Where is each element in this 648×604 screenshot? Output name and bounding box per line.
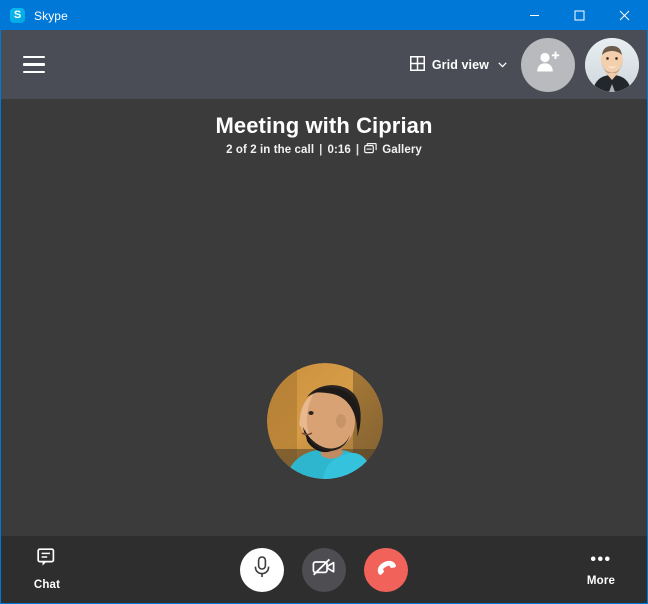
call-status-line: 2 of 2 in the call | 0:16 | Gallery xyxy=(1,142,647,158)
more-options-button[interactable]: ••• More xyxy=(555,536,647,603)
add-person-button[interactable] xyxy=(521,37,575,92)
participant-count: 2 of 2 in the call xyxy=(226,144,315,156)
window-controls xyxy=(512,1,647,30)
gallery-icon xyxy=(364,142,377,158)
meeting-title: Meeting with Ciprian xyxy=(215,113,433,138)
hamburger-menu-icon[interactable] xyxy=(15,46,53,84)
hamburger-bar xyxy=(23,70,45,74)
status-separator: | xyxy=(355,144,360,156)
call-duration: 0:16 xyxy=(327,144,351,156)
camera-off-icon xyxy=(311,556,337,583)
app-toolbar: Grid view xyxy=(1,30,647,99)
microphone-button[interactable] xyxy=(240,547,284,592)
skype-logo-icon: S xyxy=(10,8,25,23)
grid-view-label: Grid view xyxy=(431,57,489,72)
gallery-label: Gallery xyxy=(382,144,422,156)
skype-window: S Skype Grid view Meeting with Ciprian 2… xyxy=(0,0,648,604)
hamburger-bar xyxy=(23,55,45,59)
end-call-icon xyxy=(373,556,399,583)
toolbar-right-group: Grid view xyxy=(406,37,639,92)
chat-label: Chat xyxy=(33,579,61,591)
grid-view-button[interactable]: Grid view xyxy=(406,50,511,80)
primary-call-controls xyxy=(1,547,647,592)
window-title: Skype xyxy=(34,8,68,23)
maximize-button[interactable] xyxy=(557,1,602,30)
more-label: More xyxy=(586,575,616,587)
chevron-down-icon xyxy=(498,61,507,70)
chat-button[interactable]: Chat xyxy=(1,536,93,603)
chat-icon xyxy=(37,548,57,572)
camera-button[interactable] xyxy=(302,547,346,592)
window-titlebar: S Skype xyxy=(1,1,647,30)
more-dots-icon: ••• xyxy=(590,551,612,568)
user-profile-avatar[interactable] xyxy=(585,37,639,92)
close-button[interactable] xyxy=(602,1,647,30)
call-header: Meeting with Ciprian 2 of 2 in the call … xyxy=(1,99,647,158)
hamburger-bar xyxy=(23,63,45,66)
titlebar-left-group: S Skype xyxy=(1,8,68,23)
call-stage: Meeting with Ciprian 2 of 2 in the call … xyxy=(1,99,647,536)
call-controls-bar: Chat ••• More xyxy=(1,536,647,603)
end-call-button[interactable] xyxy=(364,547,408,592)
minimize-button[interactable] xyxy=(512,1,557,30)
status-separator: | xyxy=(319,144,323,156)
participant-photo[interactable] xyxy=(267,363,383,479)
gallery-layout-button[interactable]: Gallery xyxy=(364,142,422,158)
microphone-icon xyxy=(251,555,273,584)
add-person-icon xyxy=(535,50,561,79)
grid-icon xyxy=(409,55,425,74)
